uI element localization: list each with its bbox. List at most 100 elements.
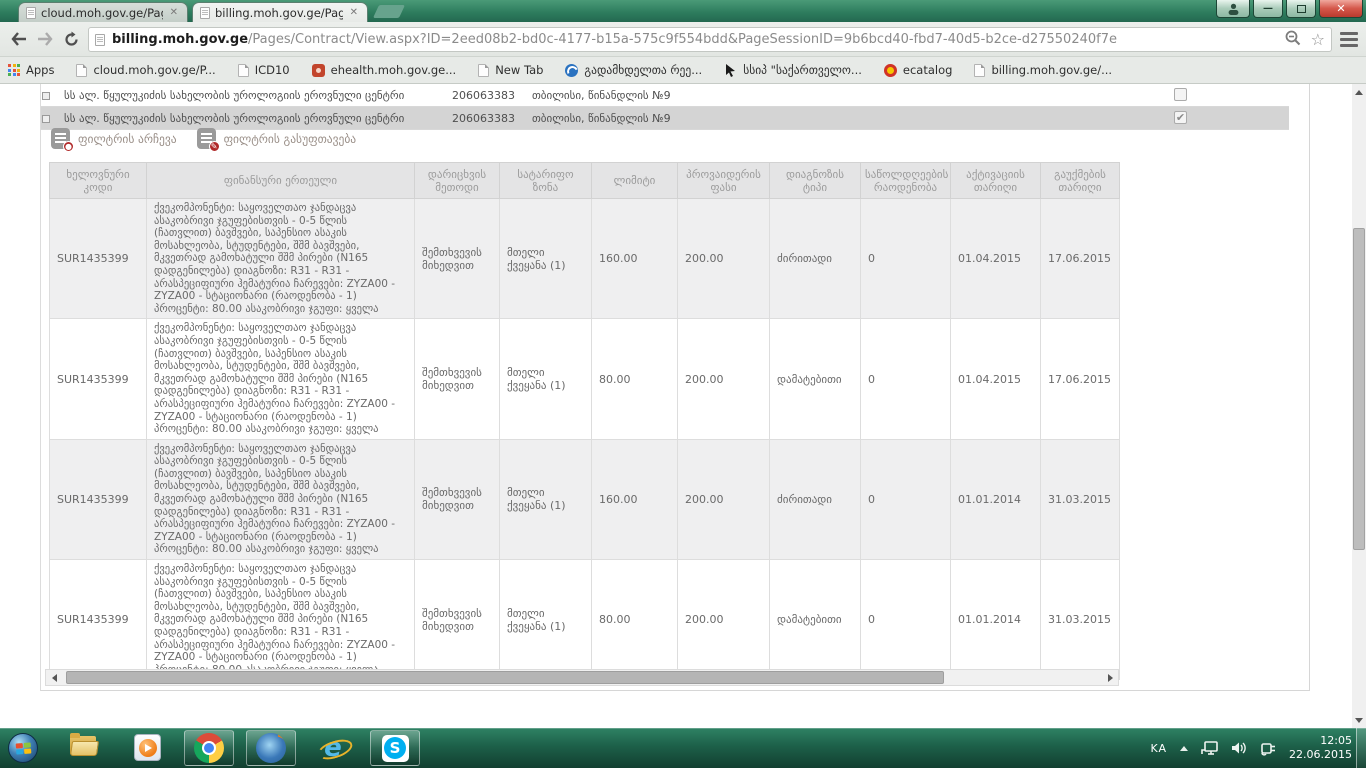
bookmark-item[interactable]: billing.moh.gov.ge/... (974, 63, 1112, 77)
internet-explorer-icon[interactable]: e (318, 733, 348, 763)
language-indicator[interactable]: KA (1150, 742, 1167, 755)
bookmark-item[interactable]: ecatalog (884, 63, 953, 77)
header-financial-unit[interactable]: ფინანსური ერთეული (147, 163, 415, 199)
filter-document-icon: ✎ (197, 128, 216, 149)
page-vertical-scrollbar[interactable] (1352, 84, 1366, 728)
bookmark-favicon (238, 64, 249, 77)
bookmark-favicon (884, 64, 897, 77)
header-cancel-date[interactable]: გაუქმების თარიღი (1041, 163, 1120, 199)
tab-billing[interactable]: billing.moh.gov.ge/Pages/ ✕ (192, 2, 368, 22)
header-accrual-method[interactable]: დარიცხვის მეთოდი (415, 163, 500, 199)
horizontal-scrollbar-thumb[interactable] (66, 671, 944, 684)
table-row[interactable]: SUR1435399 ქვეკომპონენტი: საყოველთაო ჯან… (50, 199, 1120, 319)
bookmark-favicon (76, 64, 87, 77)
cell-financial-unit: ქვეკომპონენტი: საყოველთაო ჯანდაცვა ასაკო… (147, 439, 415, 559)
scroll-right-arrow-icon[interactable] (1102, 670, 1118, 685)
tab-favicon (26, 7, 36, 19)
network-icon[interactable] (1201, 741, 1218, 755)
power-icon[interactable] (1260, 741, 1276, 756)
maximize-icon (1297, 5, 1306, 13)
bookmark-label: ehealth.moh.gov.ge... (331, 63, 457, 77)
table-row[interactable]: SUR1435399 ქვეკომპონენტი: საყოველთაო ჯან… (50, 560, 1120, 680)
cell-tariff-zone: მთელი ქვეყანა (1) (500, 199, 592, 319)
header-limit[interactable]: ლიმიტი (592, 163, 678, 199)
table-row[interactable]: SUR1435399 ქვეკომპონენტი: საყოველთაო ჯან… (50, 319, 1120, 439)
bookmarks-bar: Apps cloud.moh.gov.ge/P... ICD10 ehealth… (0, 57, 1366, 84)
bookmark-item[interactable]: ICD10 (238, 63, 290, 77)
table-horizontal-scrollbar[interactable] (45, 669, 1119, 686)
skype-taskbar-button[interactable]: S (370, 730, 420, 766)
bookmark-item[interactable]: cloud.moh.gov.ge/P... (76, 63, 215, 77)
windows-logo-icon (15, 742, 31, 754)
scroll-left-arrow-icon[interactable] (46, 670, 62, 685)
cell-activation-date: 01.01.2014 (951, 560, 1041, 680)
cell-tariff-zone: მთელი ქვეყანა (1) (500, 560, 592, 680)
start-button[interactable] (8, 733, 38, 763)
system-tray: KA 12:05 22.06.2015 (1150, 728, 1352, 768)
windows-explorer-icon[interactable] (70, 736, 98, 757)
hidden-icons-chevron-icon[interactable] (1180, 746, 1188, 751)
filter-choose-button[interactable]: ● ფილტრის არჩევა (51, 128, 177, 149)
close-button[interactable]: ✕ (1319, 0, 1363, 18)
scroll-up-arrow-icon[interactable] (1352, 84, 1366, 100)
cell-bed-days: 0 (861, 199, 951, 319)
address-bar[interactable]: billing.moh.gov.ge/Pages/Contract/View.a… (88, 27, 1332, 52)
cell-tariff-zone: მთელი ქვეყანა (1) (500, 319, 592, 439)
header-tariff-zone[interactable]: სატარიფო ზონა (500, 163, 592, 199)
scroll-down-arrow-icon[interactable] (1352, 712, 1366, 728)
header-activation-date[interactable]: აქტივაციის თარიღი (951, 163, 1041, 199)
tab-close-icon[interactable]: ✕ (348, 7, 360, 19)
bookmark-favicon (478, 64, 489, 77)
header-code[interactable]: ხელოვნური კოდი (50, 163, 147, 199)
new-tab-button[interactable] (373, 5, 405, 18)
reload-button[interactable] (60, 28, 82, 50)
expand-icon[interactable] (42, 92, 50, 100)
windows-taskbar: e S KA 12:05 22.06.2015 (0, 728, 1366, 768)
organization-row[interactable]: სს ალ. წყულუკიძის სახელობის უროლოგიის ერ… (41, 84, 1289, 107)
row-checkbox[interactable] (1174, 111, 1187, 124)
desktop: { "browser": { "tabs": [ { "label": "clo… (0, 0, 1366, 768)
header-provider-price[interactable]: პროვაიდერის ფასი (678, 163, 770, 199)
back-button[interactable] (8, 28, 30, 50)
page-icon (95, 34, 105, 46)
cell-financial-unit: ქვეკომპონენტი: საყოველთაო ჯანდაცვა ასაკო… (147, 560, 415, 680)
tab-close-icon[interactable]: ✕ (168, 7, 180, 19)
show-desktop-button[interactable] (1356, 728, 1366, 768)
taskbar-clock[interactable]: 12:05 22.06.2015 (1289, 734, 1352, 762)
row-checkbox[interactable] (1174, 88, 1187, 101)
maximize-button[interactable] (1286, 0, 1316, 18)
bookmark-label: New Tab (495, 63, 543, 77)
bookmark-item[interactable]: სსიპ "საქართველო... (724, 63, 862, 77)
bookmark-item[interactable]: გადამხდელთა რეე... (565, 63, 702, 77)
expand-icon[interactable] (42, 115, 50, 123)
organization-address: თბილისი, წინანდლის №9 (532, 89, 1072, 102)
bookmark-item[interactable]: ehealth.moh.gov.ge... (312, 63, 457, 77)
filter-clear-label: ფილტრის გასუფთავება (224, 132, 357, 146)
firefox-taskbar-button[interactable] (246, 730, 296, 766)
tab-favicon (200, 7, 210, 19)
profile-button[interactable] (1216, 0, 1250, 18)
organization-row[interactable]: სს ალ. წყულუკიძის სახელობის უროლოგიის ერ… (41, 107, 1289, 130)
media-player-icon[interactable] (134, 734, 161, 761)
cell-bed-days: 0 (861, 319, 951, 439)
cell-limit: 80.00 (592, 319, 678, 439)
zoom-icon[interactable] (1285, 30, 1301, 50)
cell-diagnosis-type: ძირითადი (770, 439, 861, 559)
bookmark-item[interactable]: Apps (8, 63, 54, 77)
tab-cloud[interactable]: cloud.moh.gov.ge/Pages/ ✕ (18, 2, 188, 22)
bookmark-star-icon[interactable]: ☆ (1311, 32, 1325, 48)
filter-clear-button[interactable]: ✎ ფილტრის გასუფთავება (197, 128, 357, 149)
bookmark-favicon (724, 64, 737, 77)
minimize-button[interactable]: — (1253, 0, 1283, 18)
cell-cancel-date: 17.06.2015 (1041, 199, 1120, 319)
table-row[interactable]: SUR1435399 ქვეკომპონენტი: საყოველთაო ჯან… (50, 439, 1120, 559)
chrome-menu-button[interactable] (1338, 30, 1360, 49)
bookmark-item[interactable]: New Tab (478, 63, 543, 77)
header-diagnosis-type[interactable]: დიაგნოზის ტიპი (770, 163, 861, 199)
cell-diagnosis-type: დამატებითი (770, 560, 861, 680)
volume-icon[interactable] (1231, 741, 1247, 755)
forward-button[interactable] (34, 28, 56, 50)
header-bed-days[interactable]: საწოლდღეების რაოდენობა (861, 163, 951, 199)
chrome-taskbar-button[interactable] (184, 730, 234, 766)
vertical-scrollbar-thumb[interactable] (1353, 228, 1365, 550)
